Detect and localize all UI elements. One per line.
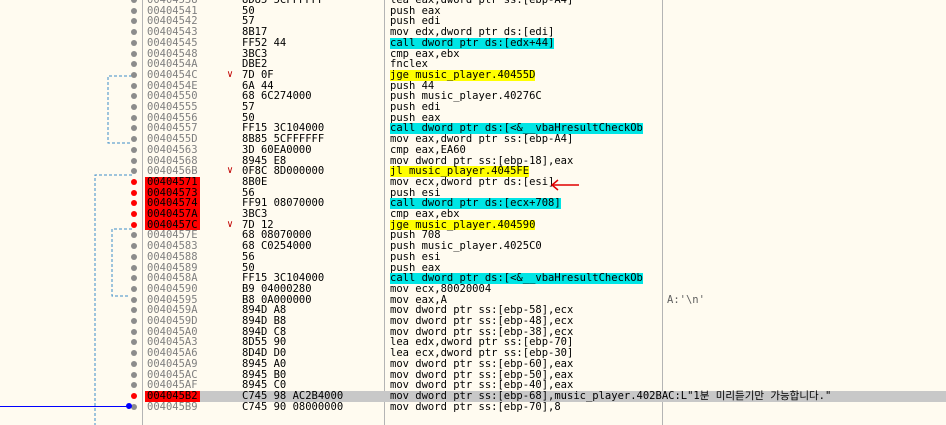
- breakpoint-dot[interactable]: [131, 392, 137, 399]
- line-dot[interactable]: [131, 104, 137, 110]
- opcode-bytes: 56: [242, 250, 255, 263]
- line-dot[interactable]: [131, 50, 137, 57]
- line-dot[interactable]: [131, 307, 137, 314]
- disasm-row[interactable]: 0040454C ∨ 7D 0F jge music_player.40455D: [0, 68, 946, 81]
- line-dot[interactable]: [131, 71, 137, 78]
- line-dot[interactable]: [131, 275, 137, 282]
- address: 00404590: [147, 282, 198, 295]
- opcode-bytes: B9 04000280: [242, 282, 312, 295]
- disasm-row[interactable]: 00404588 56 push esi: [0, 252, 946, 263]
- instruction: mov dword ptr ss:[ebp-70],8: [390, 400, 561, 413]
- line-dot[interactable]: [131, 296, 137, 303]
- line-dot[interactable]: [131, 0, 137, 3]
- address: 0040454C: [147, 68, 198, 81]
- line-dot[interactable]: [131, 136, 137, 143]
- instruction: cmp eax,EA60: [390, 143, 466, 156]
- breakpoint-dot[interactable]: [131, 221, 137, 228]
- opcode-bytes: 3D 60EA0000: [242, 143, 312, 156]
- line-dot[interactable]: [131, 29, 137, 36]
- instruction: mov ecx,dword ptr ds:[esi]: [390, 175, 555, 188]
- line-dot[interactable]: [131, 146, 137, 153]
- line-dot[interactable]: [131, 61, 137, 68]
- address: 00404563: [147, 143, 198, 156]
- current-ip-line: [0, 406, 128, 407]
- line-dot[interactable]: [131, 318, 137, 324]
- line-dot[interactable]: [131, 93, 137, 100]
- line-dot[interactable]: [131, 168, 137, 175]
- line-dot[interactable]: [131, 243, 137, 250]
- disasm-row[interactable]: 00404563 3D 60EA0000 cmp eax,EA60: [0, 145, 946, 156]
- jump-chevron-icon: ∨: [227, 218, 234, 230]
- line-dot[interactable]: [131, 125, 137, 132]
- line-dot[interactable]: [131, 371, 137, 378]
- line-dot[interactable]: [131, 264, 137, 271]
- disasm-row[interactable]: 00404590 B9 04000280 mov ecx,80020004: [0, 284, 946, 295]
- opcode-bytes: 8B0E: [242, 175, 268, 188]
- line-dot[interactable]: [131, 157, 137, 164]
- line-dot[interactable]: [131, 360, 137, 367]
- disasm-row[interactable]: 00404571 8B0E mov ecx,dword ptr ds:[esi]: [0, 177, 946, 188]
- opcode-bytes: 7D 0F: [242, 68, 274, 81]
- disasm-row[interactable]: 004045B2 C745 98 AC2B4000 mov dword ptr ss…: [131, 389, 946, 402]
- breakpoint-dot[interactable]: [131, 200, 137, 207]
- line-dot[interactable]: [131, 339, 137, 346]
- instruction: jge music_player.40455D: [390, 68, 536, 81]
- line-dot[interactable]: [131, 7, 137, 14]
- disasm-row[interactable]: 004045B9 C745 90 08000000 mov dword ptr ss…: [0, 400, 946, 413]
- disasm-row[interactable]: 00404548 3BC3 cmp eax,ebx: [0, 48, 946, 60]
- jump-chevron-icon: ∨: [227, 68, 234, 80]
- breakpoint-dot[interactable]: [131, 189, 137, 196]
- disasm-row[interactable]: 0040457C ∨ 7D 12 jge music_player.404590: [0, 218, 946, 231]
- address: 00404571: [145, 175, 200, 188]
- comment: A:'\n': [667, 293, 705, 306]
- opcode-bytes: C745 98 AC2B4000: [242, 389, 344, 402]
- line-dot[interactable]: [131, 114, 137, 121]
- annotation-arrow-icon: [550, 179, 579, 191]
- disasm-row[interactable]: 00404541 50 push eax: [0, 5, 946, 17]
- disasm-row[interactable]: 00404545 FF52 44 call dword ptr ds:[edx+44…: [0, 38, 946, 49]
- disasm-row[interactable]: 0040455D 8B85 5CFFFFFF mov eax,dword ptr s…: [0, 134, 946, 145]
- disasm-row[interactable]: 00404583 68 C0254000 push music_player.402…: [0, 241, 946, 252]
- opcode-bytes: FF52 44: [242, 36, 287, 49]
- opcode-bytes: C745 90 08000000: [242, 400, 344, 413]
- line-dot[interactable]: [131, 328, 137, 335]
- instruction: call dword ptr ds:[edx+44]: [390, 36, 555, 49]
- instruction: mov ecx,80020004: [390, 282, 492, 295]
- disasm-row[interactable]: 004045A9 8945 A0 mov dword ptr ss:[ebp-60]…: [0, 359, 946, 370]
- line-dot[interactable]: [131, 232, 137, 239]
- disasm-row[interactable]: 00404550 68 6C274000 push music_player.402…: [0, 91, 946, 102]
- line-dot[interactable]: [131, 382, 137, 389]
- address: 00404588: [147, 250, 198, 263]
- breakpoint-dot[interactable]: [131, 211, 137, 217]
- line-dot[interactable]: [131, 253, 137, 260]
- address: 00404545: [147, 36, 198, 49]
- jump-chevron-icon: ∨: [227, 165, 234, 177]
- instruction: mov dword ptr ss:[ebp-60],eax: [390, 357, 574, 370]
- current-ip-marker: [126, 403, 132, 409]
- disasm-row[interactable]: 00404574 FF91 08070000 call dword ptr ds:[…: [0, 198, 946, 209]
- address: 004045B9: [147, 400, 198, 413]
- line-dot[interactable]: [131, 82, 137, 89]
- disasm-row[interactable]: 00404555 57 push edi: [0, 102, 946, 113]
- instruction: mov dword ptr ss:[ebp-68],music_player.4…: [390, 389, 832, 402]
- line-dot[interactable]: [131, 18, 137, 25]
- address: 004045B2: [145, 389, 200, 402]
- line-dot[interactable]: [131, 285, 137, 292]
- opcode-bytes: 8945 A0: [242, 357, 287, 370]
- line-dot[interactable]: [131, 39, 137, 46]
- address: 004045A9: [147, 357, 198, 370]
- breakpoint-dot[interactable]: [131, 178, 137, 185]
- line-dot[interactable]: [131, 350, 137, 357]
- instruction: push esi: [390, 250, 441, 263]
